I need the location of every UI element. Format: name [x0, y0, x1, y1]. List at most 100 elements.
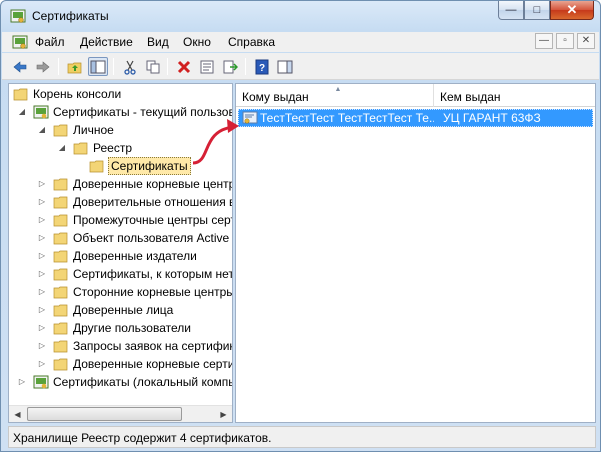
minimize-button[interactable]: — — [498, 1, 524, 20]
expand-icon[interactable]: ▷ — [37, 283, 47, 301]
expand-icon[interactable]: ▷ — [37, 175, 47, 193]
folder-icon — [53, 322, 68, 335]
copy-icon — [146, 60, 160, 73]
tree-item-label: Сертификаты, к которым нет доверия — [73, 267, 233, 281]
expand-icon[interactable]: ▷ — [37, 193, 47, 211]
tree-item-label: Доверенные издатели — [73, 249, 197, 263]
tree-item-local-computer[interactable]: ▷ Сертификаты (локальный компьютер) — [9, 373, 232, 391]
column-header-issued-to[interactable]: ▲ Кому выдан — [236, 84, 434, 107]
menu-view[interactable]: Вид — [147, 35, 169, 49]
help-button[interactable]: ? — [252, 57, 272, 76]
tree-item-label: Промежуточные центры сертификации — [73, 213, 232, 227]
title-bar[interactable]: Сертификаты — □ ✕ — [1, 1, 600, 31]
folder-icon — [53, 340, 68, 353]
tree-item-label: Доверенные лица — [73, 303, 174, 317]
tree-item-personal[interactable]: ◢ Личное — [9, 121, 232, 139]
tree-item-current-user[interactable]: ◢ Сертификаты - текущий пользователь — [9, 103, 232, 121]
tree-item-enrollment-requests[interactable]: ▷ Запросы заявок на сертификат — [9, 337, 232, 355]
properties-button[interactable] — [197, 57, 217, 76]
scroll-left-icon[interactable]: ◀ — [9, 406, 26, 422]
tree-item-other-people[interactable]: ▷ Другие пользователи — [9, 319, 232, 337]
menu-bar: Файл Действие Вид Окно Справка — ▫ ✕ — [2, 32, 599, 52]
copy-button[interactable] — [143, 57, 163, 76]
tree-item-registry[interactable]: ◢ Реестр — [9, 139, 232, 157]
folder-up-icon — [67, 62, 82, 73]
scroll-right-icon[interactable]: ▶ — [215, 406, 232, 422]
folder-icon — [53, 214, 68, 227]
expand-icon[interactable]: ▷ — [37, 355, 47, 373]
column-label: Кем выдан — [440, 90, 501, 104]
expand-icon[interactable]: ▷ — [37, 247, 47, 265]
menu-action[interactable]: Действие — [80, 35, 133, 49]
back-button[interactable] — [10, 57, 30, 76]
expand-icon[interactable]: ▷ — [17, 373, 27, 391]
maximize-button[interactable]: □ — [524, 1, 550, 20]
mdi-restore-button[interactable]: ▫ — [556, 33, 574, 49]
sort-ascending-icon: ▲ — [334, 86, 342, 93]
folder-icon — [53, 268, 68, 281]
properties-icon — [200, 60, 214, 73]
up-level-button[interactable] — [65, 57, 85, 76]
mdi-minimize-button[interactable]: — — [535, 33, 553, 49]
cut-button[interactable] — [120, 57, 140, 76]
arrow-right-icon — [36, 60, 50, 73]
export-list-button[interactable] — [220, 57, 240, 76]
folder-icon — [53, 178, 68, 191]
tree-item-trusted-root[interactable]: ▷ Доверенные корневые центры сертификаци… — [9, 175, 232, 193]
menu-file[interactable]: Файл — [35, 35, 65, 49]
console-icon[interactable] — [12, 34, 28, 50]
certificate-row[interactable]: ТестТестТест ТестТестТест Те... УЦ ГАРАН… — [238, 109, 593, 127]
collapse-icon[interactable]: ◢ — [57, 139, 67, 157]
certificate-store-icon — [33, 375, 49, 389]
expand-icon[interactable]: ▷ — [37, 211, 47, 229]
status-text: Хранилище Реестр содержит 4 сертификатов… — [13, 431, 272, 445]
tree-item-certificates-selected[interactable]: Сертификаты — [9, 157, 232, 175]
tree-item-intermediate-ca[interactable]: ▷ Промежуточные центры сертификации — [9, 211, 232, 229]
scissors-icon — [124, 60, 136, 75]
folder-open-icon — [73, 142, 88, 155]
expand-icon[interactable]: ▷ — [37, 337, 47, 355]
folder-icon — [53, 196, 68, 209]
console-tree-icon — [90, 60, 106, 73]
action-pane-icon — [277, 60, 293, 73]
tree-item-trusted-people[interactable]: ▷ Доверенные лица — [9, 301, 232, 319]
tree-horizontal-scrollbar[interactable]: ◀ ▶ — [9, 405, 232, 422]
tree-item-console-root[interactable]: Корень консоли — [9, 85, 232, 103]
certificate-list[interactable]: ▲ Кому выдан Кем выдан ТестТестТест Тест… — [235, 83, 596, 423]
tree-item-label: Объект пользователя Active Directory — [73, 231, 232, 245]
list-header: ▲ Кому выдан Кем выдан — [236, 84, 595, 107]
close-button[interactable]: ✕ — [550, 1, 594, 20]
action-pane-button[interactable] — [275, 57, 295, 76]
tree-item-untrusted[interactable]: ▷ Сертификаты, к которым нет доверия — [9, 265, 233, 283]
forward-button[interactable] — [33, 57, 53, 76]
folder-icon — [89, 160, 104, 173]
tree-item-smartcard-root[interactable]: ▷ Доверенные корневые сертификаты смарт-… — [9, 355, 232, 373]
expand-icon[interactable]: ▷ — [37, 319, 47, 337]
tree-item-label: Сертификаты - текущий пользователь — [53, 105, 232, 119]
certificate-icon — [242, 111, 258, 124]
folder-icon — [53, 250, 68, 263]
tree-item-third-party-root[interactable]: ▷ Сторонние корневые центры сертификации — [9, 283, 232, 301]
tree-item-label: Личное — [73, 123, 114, 137]
column-header-issued-by[interactable]: Кем выдан — [434, 84, 595, 107]
tree-item-label: Доверительные отношения в предприятии — [73, 195, 232, 209]
console-tree[interactable]: Корень консоли ◢ Сертификаты - текущий п… — [8, 83, 233, 423]
tree-item-enterprise-trust[interactable]: ▷ Доверительные отношения в предприятии — [9, 193, 232, 211]
certificates-app-icon — [10, 9, 26, 23]
mdi-close-button[interactable]: ✕ — [577, 33, 595, 49]
collapse-icon[interactable]: ◢ — [17, 103, 27, 121]
show-hide-tree-button[interactable] — [88, 57, 108, 76]
tree-item-ad-user-object[interactable]: ▷ Объект пользователя Active Directory — [9, 229, 232, 247]
arrow-left-icon — [13, 60, 27, 73]
tree-item-trusted-publishers[interactable]: ▷ Доверенные издатели — [9, 247, 232, 265]
expand-icon[interactable]: ▷ — [37, 229, 47, 247]
menu-window[interactable]: Окно — [183, 35, 211, 49]
delete-x-icon — [177, 60, 191, 73]
scrollbar-thumb[interactable] — [27, 407, 182, 421]
expand-icon[interactable]: ▷ — [37, 301, 47, 319]
delete-button[interactable] — [174, 57, 194, 76]
folder-icon — [53, 232, 68, 245]
collapse-icon[interactable]: ◢ — [37, 121, 47, 139]
expand-icon[interactable]: ▷ — [37, 265, 47, 283]
menu-help[interactable]: Справка — [228, 35, 275, 49]
